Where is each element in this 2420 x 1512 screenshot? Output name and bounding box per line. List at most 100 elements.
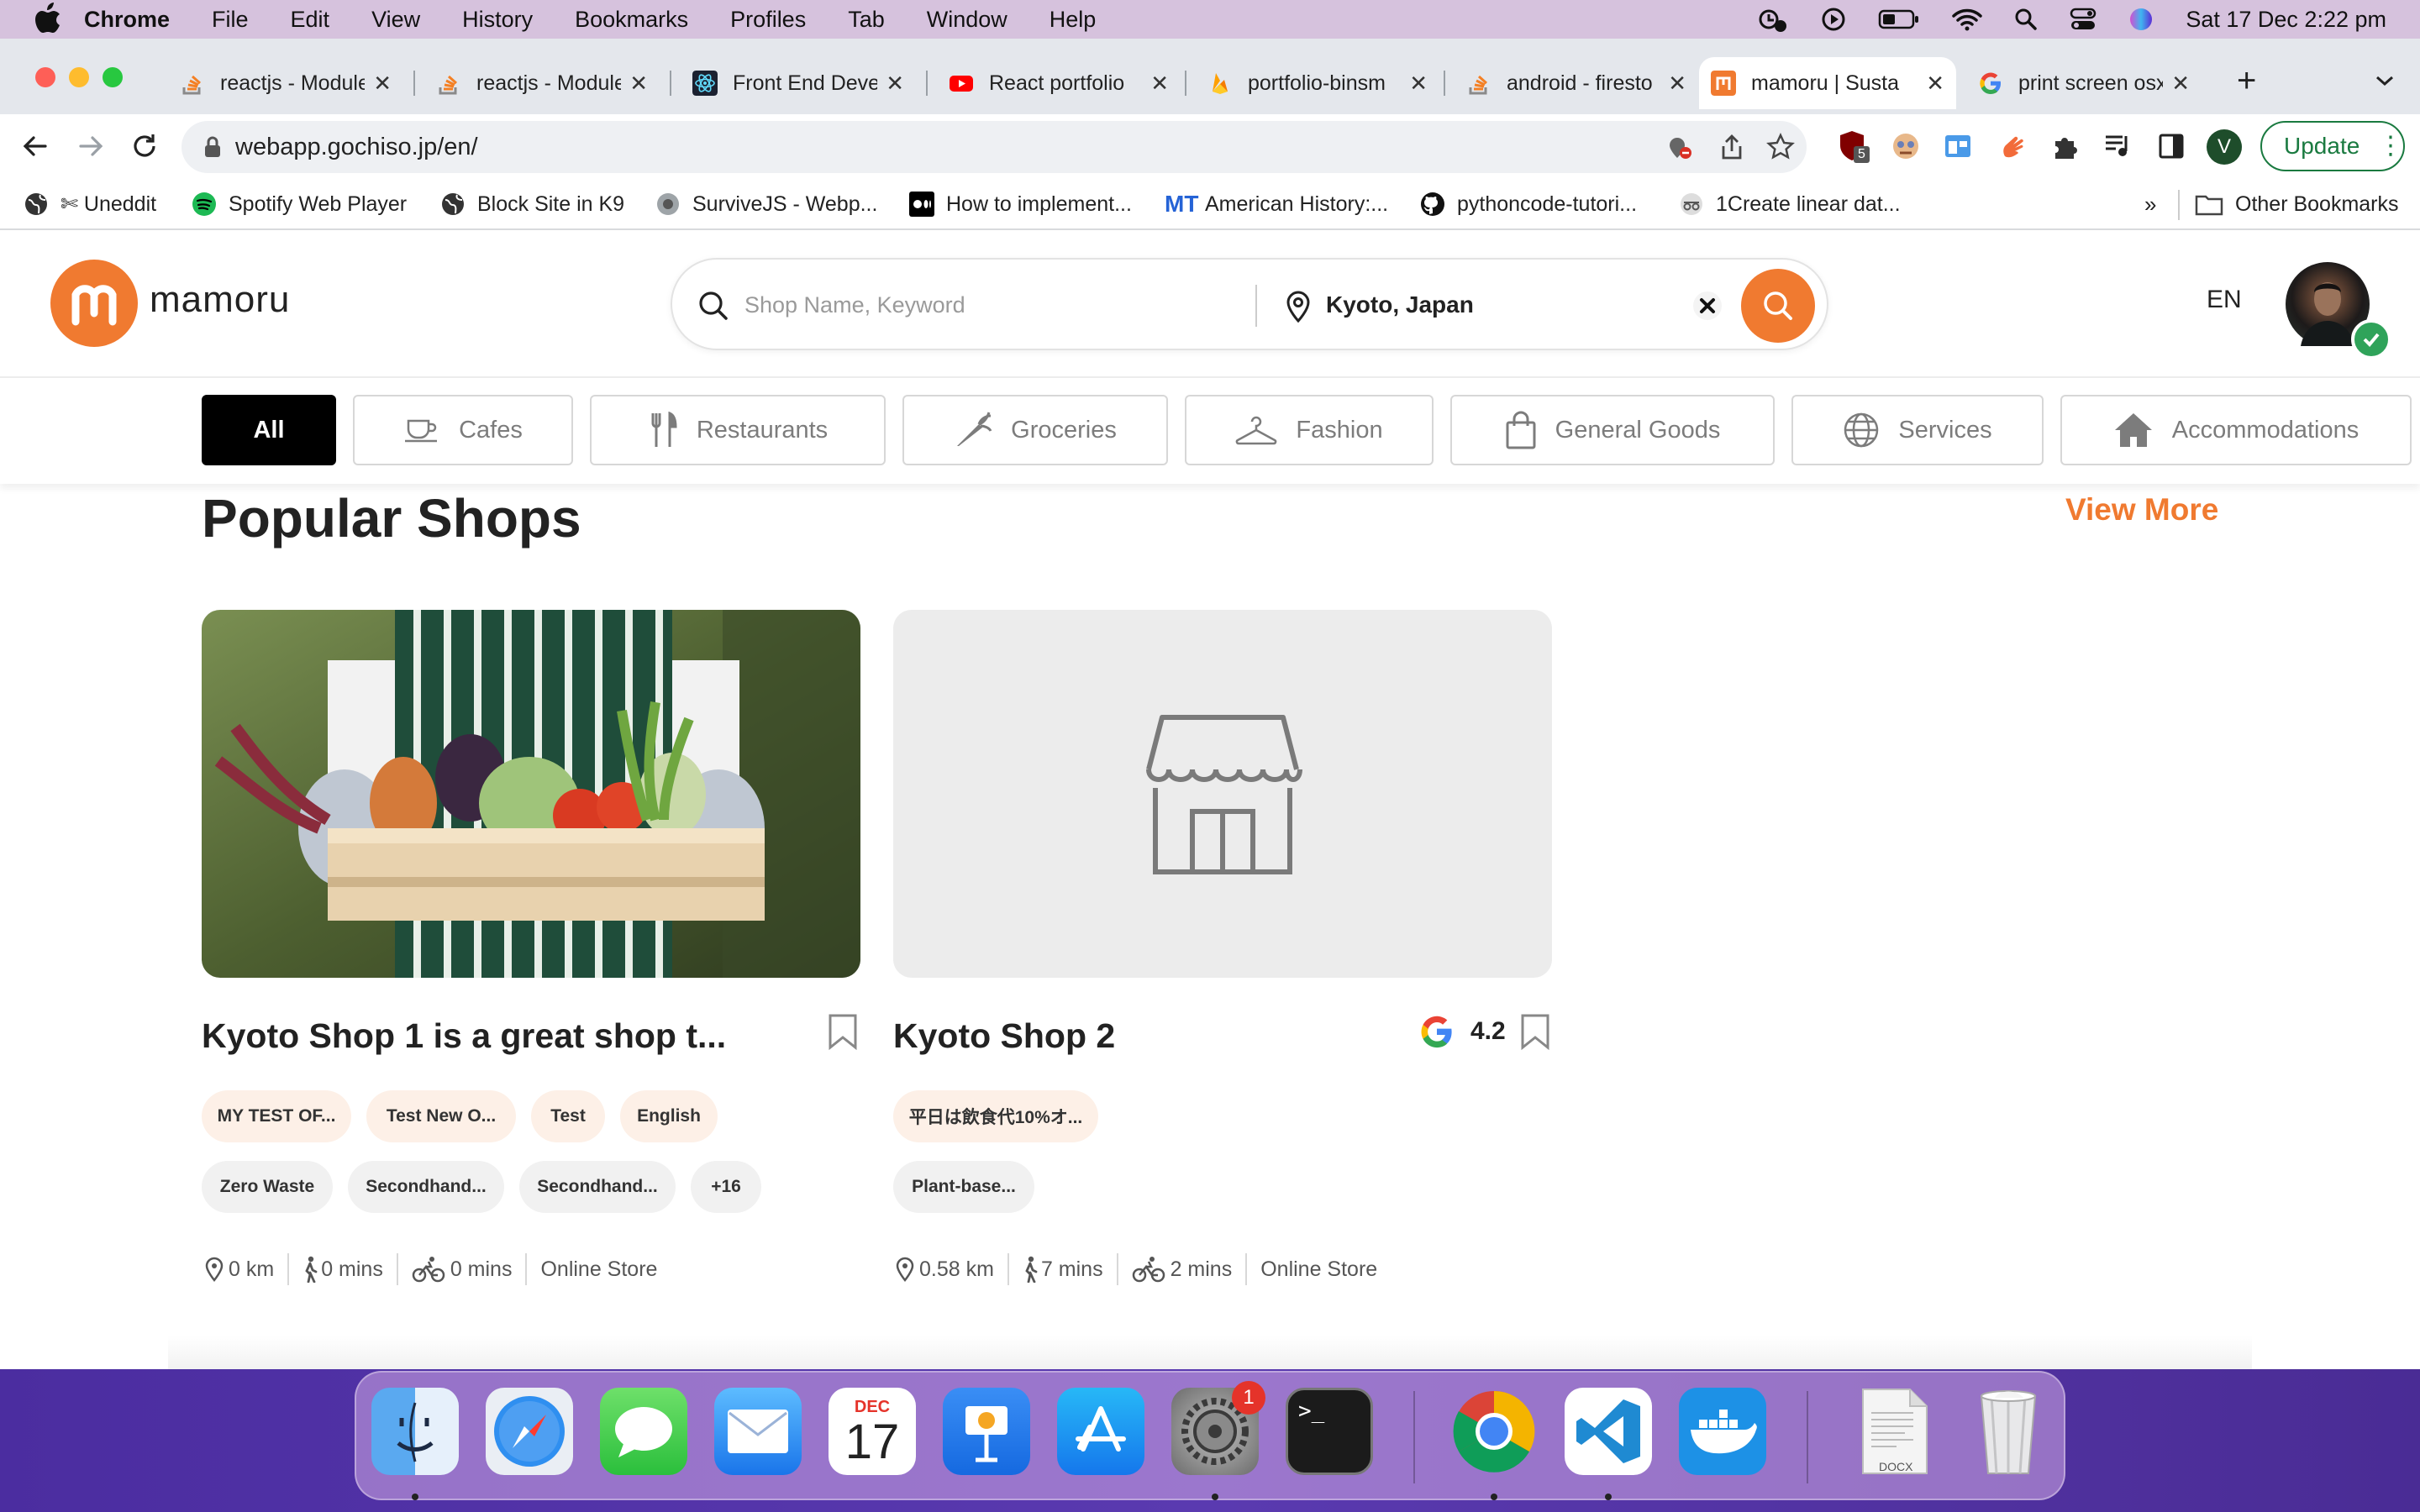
spotlight-search-icon[interactable]: [2014, 8, 2038, 31]
calendar-icon[interactable]: DEC 17: [829, 1388, 916, 1475]
mamoru-logo-icon[interactable]: [50, 260, 138, 347]
window-zoom-button[interactable]: [103, 67, 123, 87]
tab-portfolio-binsm[interactable]: portfolio-binsm ✕: [1196, 57, 1439, 109]
messages-icon[interactable]: [600, 1388, 687, 1475]
shop-2-image-placeholder[interactable]: [893, 610, 1552, 978]
bookmark-survivejs[interactable]: SurviveJS - Webp...: [655, 192, 877, 217]
shop-1-tag[interactable]: Test New O...: [366, 1090, 516, 1142]
docker-icon[interactable]: [1679, 1388, 1766, 1475]
tab-close-icon[interactable]: ✕: [629, 71, 648, 97]
menu-edit[interactable]: Edit: [291, 7, 330, 33]
app-store-icon[interactable]: [1057, 1388, 1144, 1475]
bookmark-star-icon[interactable]: [1766, 133, 1795, 161]
menu-window[interactable]: Window: [927, 7, 1007, 33]
tab-close-icon[interactable]: ✕: [2171, 71, 2190, 97]
category-restaurants[interactable]: Restaurants: [590, 395, 886, 465]
bookmark-american-history[interactable]: MT American History:...: [1165, 192, 1388, 217]
category-services[interactable]: Services: [1791, 395, 2044, 465]
tab-close-icon[interactable]: ✕: [1926, 71, 1944, 97]
shop-2-tag[interactable]: 平日は飲食代10%オ...: [893, 1090, 1098, 1142]
menu-view[interactable]: View: [371, 7, 420, 33]
shop-1-tag[interactable]: Test: [531, 1090, 605, 1142]
docx-file-icon[interactable]: DOCX: [1850, 1388, 1938, 1475]
language-selector[interactable]: EN: [2207, 286, 2242, 314]
ublock-extension-icon[interactable]: 5: [1837, 129, 1870, 163]
window-close-button[interactable]: [35, 67, 55, 87]
battery-icon[interactable]: [1878, 8, 1920, 30]
shop-1-more-tags[interactable]: +16: [691, 1161, 761, 1213]
control-center-icon[interactable]: [2070, 8, 2096, 31]
category-accommodations[interactable]: Accommodations: [2060, 395, 2412, 465]
clear-location-icon[interactable]: [1692, 291, 1723, 321]
shop-1-tag[interactable]: MY TEST OF...: [202, 1090, 351, 1142]
bookmark-how-to-implement[interactable]: How to implement...: [909, 192, 1132, 217]
tab-print-screen-osx[interactable]: print screen osx ✕: [1966, 57, 2202, 109]
location-input[interactable]: Kyoto, Japan: [1326, 291, 1474, 318]
bookmarks-overflow-button[interactable]: »: [2144, 192, 2156, 218]
reload-icon[interactable]: [129, 131, 160, 161]
safari-icon[interactable]: [486, 1388, 573, 1475]
location-blocked-icon[interactable]: [1665, 133, 1694, 161]
trash-icon[interactable]: [1965, 1388, 2052, 1475]
shop-2-tag[interactable]: Plant-base...: [893, 1161, 1034, 1213]
wifi-icon[interactable]: [1952, 8, 1983, 31]
tab-android-firestore[interactable]: android - firesto ✕: [1455, 57, 1698, 109]
window-extension-icon[interactable]: [1943, 131, 1973, 161]
shop-1-title[interactable]: Kyoto Shop 1 is a great shop t...: [202, 1016, 726, 1056]
search-submit-button[interactable]: [1741, 269, 1815, 343]
siri-icon[interactable]: [2128, 7, 2154, 32]
hand-extension-icon[interactable]: [1998, 131, 2028, 161]
shop-1-tag[interactable]: Zero Waste: [202, 1161, 333, 1213]
mail-icon[interactable]: [714, 1388, 802, 1475]
tab-search-chevron-icon[interactable]: [2375, 74, 2395, 87]
shop-1-tag[interactable]: Secondhand...: [348, 1161, 504, 1213]
tab-react-portfolio[interactable]: React portfolio ✕: [937, 57, 1181, 109]
shop-1-tag[interactable]: Secondhand...: [519, 1161, 676, 1213]
tab-reactjs-module-2[interactable]: reactjs - Module ✕: [424, 57, 660, 109]
profile-avatar-button[interactable]: V: [2207, 129, 2242, 165]
finder-icon[interactable]: [371, 1388, 459, 1475]
chrome-icon[interactable]: [1450, 1388, 1538, 1475]
tab-close-icon[interactable]: ✕: [886, 71, 904, 97]
menu-app-chrome[interactable]: Chrome: [84, 7, 170, 33]
apple-icon[interactable]: [32, 3, 62, 36]
address-bar[interactable]: webapp.gochiso.jp/en/: [182, 121, 1807, 173]
menu-profiles[interactable]: Profiles: [730, 7, 806, 33]
menu-tab[interactable]: Tab: [848, 7, 885, 33]
category-cafes[interactable]: Cafes: [353, 395, 573, 465]
menu-file[interactable]: File: [212, 7, 249, 33]
share-icon[interactable]: [1719, 133, 1744, 161]
menu-history[interactable]: History: [462, 7, 533, 33]
shop-2-title[interactable]: Kyoto Shop 2: [893, 1016, 1115, 1056]
tab-close-icon[interactable]: ✕: [1668, 71, 1686, 97]
tab-mamoru-active[interactable]: mamoru | Susta ✕: [1699, 57, 1956, 109]
forward-arrow-icon[interactable]: [76, 131, 106, 161]
category-groceries[interactable]: Groceries: [902, 395, 1168, 465]
menubar-clock[interactable]: Sat 17 Dec 2:22 pm: [2186, 7, 2386, 33]
category-all[interactable]: All: [202, 395, 336, 465]
tab-close-icon[interactable]: ✕: [373, 71, 392, 97]
shop-1-bookmark-icon[interactable]: [827, 1013, 859, 1050]
vscode-icon[interactable]: [1565, 1388, 1652, 1475]
tab-front-end-developer[interactable]: Front End Devel ✕: [681, 57, 916, 109]
menu-help[interactable]: Help: [1050, 7, 1097, 33]
bookmark-create-linear-data[interactable]: 1Create linear dat...: [1679, 192, 1901, 217]
category-general-goods[interactable]: General Goods: [1450, 395, 1775, 465]
category-fashion[interactable]: Fashion: [1185, 395, 1434, 465]
other-bookmarks-folder[interactable]: Other Bookmarks: [2195, 192, 2399, 217]
new-tab-plus-icon[interactable]: +: [2237, 64, 2256, 97]
shop-keyword-input[interactable]: [744, 285, 1249, 325]
bookmark-pythoncode[interactable]: pythoncode-tutori...: [1420, 192, 1637, 217]
tab-reactjs-module-1[interactable]: reactjs - Module ✕: [168, 57, 403, 109]
back-arrow-icon[interactable]: [20, 131, 50, 161]
keynote-icon[interactable]: [943, 1388, 1030, 1475]
shop-2-bookmark-icon[interactable]: [1519, 1013, 1551, 1050]
view-more-link[interactable]: View More: [2065, 492, 2218, 528]
bookmark-block-site[interactable]: Block Site in K9: [440, 192, 624, 217]
address-url[interactable]: webapp.gochiso.jp/en/: [235, 134, 478, 161]
side-panel-icon[interactable]: [2158, 133, 2185, 160]
face-extension-icon[interactable]: [1891, 131, 1921, 161]
bookmark-uneddit[interactable]: ✄ Uneddit: [24, 192, 156, 217]
brand-name[interactable]: mamoru: [150, 279, 290, 321]
lock-icon[interactable]: [203, 135, 222, 159]
